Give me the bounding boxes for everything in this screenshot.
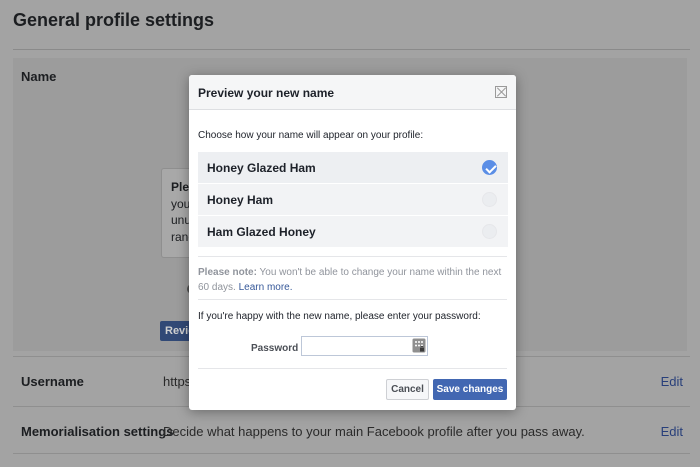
dialog-header: Preview your new name — [189, 75, 516, 110]
memorialisation-description: Decide what happens to your main Faceboo… — [163, 424, 585, 439]
username-label: Username — [21, 374, 84, 389]
password-input[interactable] — [301, 336, 428, 356]
key-icon[interactable] — [412, 338, 426, 353]
name-row-label: Name — [21, 69, 57, 84]
close-icon[interactable] — [495, 86, 507, 98]
name-option-ham-glazed-honey[interactable]: Ham Glazed Honey — [198, 216, 508, 248]
name-options-list: Honey Glazed Ham Honey Ham Ham Glazed Ho… — [198, 152, 508, 248]
cancel-button[interactable]: Cancel — [386, 379, 429, 400]
memorialisation-label: Memorialisation settings — [21, 424, 174, 439]
note-prefix: Please note: — [198, 267, 257, 278]
learn-more-link[interactable]: Learn more. — [239, 282, 293, 293]
password-divider — [198, 299, 507, 300]
check-icon[interactable] — [482, 160, 497, 175]
title-divider — [13, 49, 690, 50]
dialog-title: Preview your new name — [198, 86, 335, 100]
note-divider — [198, 256, 507, 257]
name-option-label: Honey Glazed Ham — [207, 161, 316, 175]
dialog-intro: Choose how your name will appear on your… — [198, 130, 424, 141]
memorialisation-edit-link[interactable]: Edit — [661, 424, 683, 439]
save-changes-button[interactable]: Save changes — [433, 379, 507, 400]
page-title: General profile settings — [13, 10, 215, 30]
memorialisation-row: Memorialisation settings Decide what hap… — [13, 406, 690, 454]
name-option-label: Honey Ham — [207, 193, 274, 207]
password-prompt: If you're happy with the new name, pleas… — [198, 311, 481, 322]
name-option-label: Ham Glazed Honey — [207, 225, 316, 239]
name-option-honey-ham[interactable]: Honey Ham — [198, 184, 508, 216]
radio-button[interactable] — [482, 192, 497, 207]
name-option-honey-glazed-ham[interactable]: Honey Glazed Ham — [198, 152, 508, 184]
radio-button[interactable] — [482, 224, 497, 239]
preview-name-dialog: Preview your new name Choose how your na… — [189, 75, 516, 410]
name-change-note: Please note: You won't be able to change… — [198, 265, 508, 295]
username-edit-link[interactable]: Edit — [661, 374, 683, 389]
footer-divider — [198, 368, 507, 369]
password-label: Password — [251, 343, 299, 354]
